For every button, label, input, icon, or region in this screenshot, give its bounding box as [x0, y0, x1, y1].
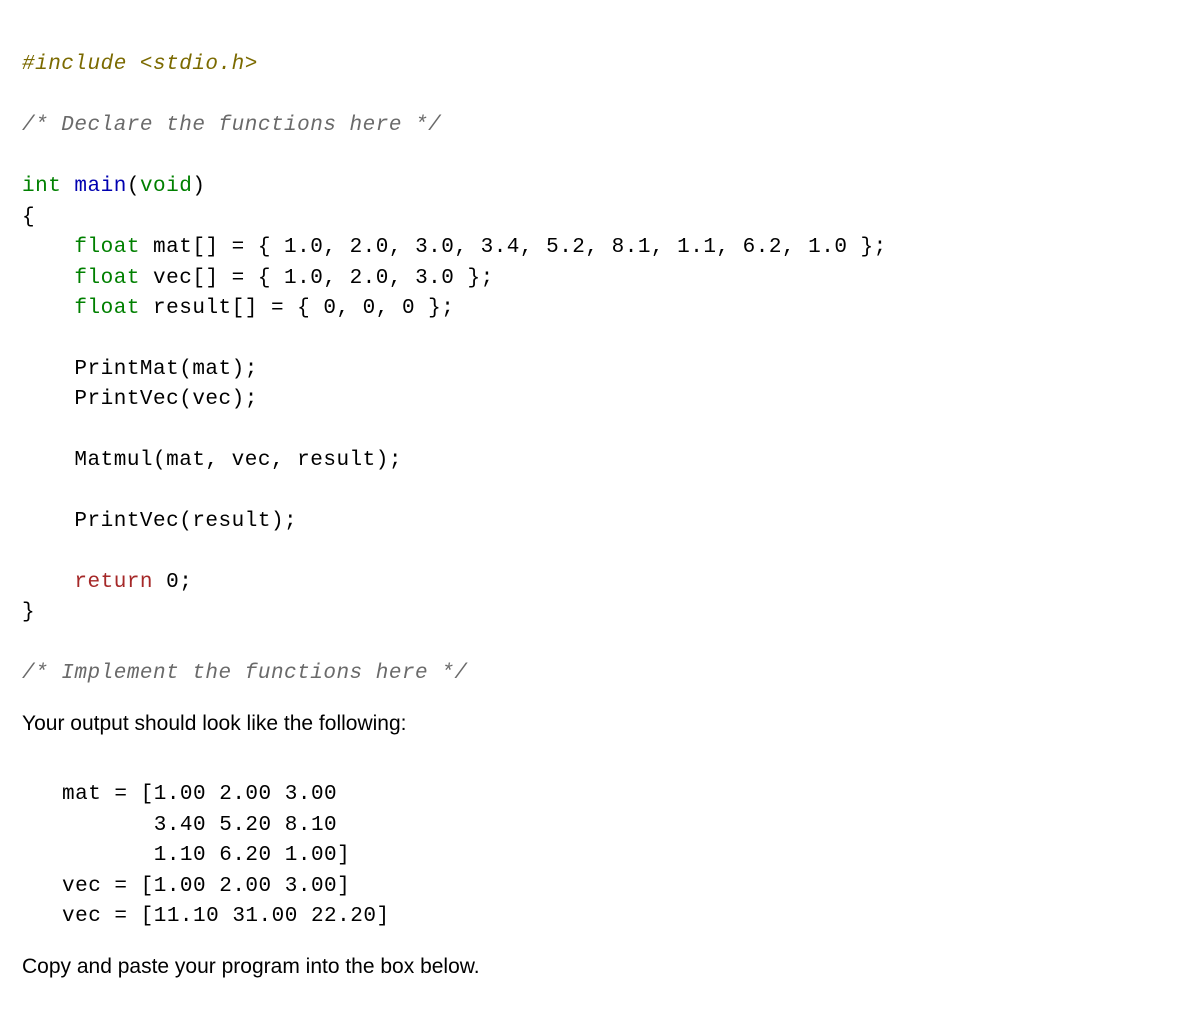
kw-int: int	[22, 175, 61, 198]
include-directive: #include <stdio.h>	[22, 53, 258, 76]
output-line-4: vec = [1.00 2.00 3.00]	[62, 875, 350, 898]
kw-void: void	[140, 175, 192, 198]
call-printvec-2: PrintVec(result);	[22, 510, 297, 533]
instruction-text: Copy and paste your program into the box…	[22, 953, 1178, 981]
call-printmat: PrintMat(mat);	[22, 358, 258, 381]
call-printvec-1: PrintVec(vec);	[22, 388, 258, 411]
call-matmul: Matmul(mat, vec, result);	[22, 449, 402, 472]
brace-open: {	[22, 206, 35, 229]
kw-float-mat: float	[74, 236, 140, 259]
output-line-3: 1.10 6.20 1.00]	[62, 844, 350, 867]
result-decl: result[] = { 0, 0, 0 };	[140, 297, 454, 320]
comment-declare: /* Declare the functions here */	[22, 114, 441, 137]
expected-output: mat = [1.00 2.00 3.00 3.40 5.20 8.10 1.1…	[62, 750, 1178, 933]
mat-decl: mat[] = { 1.0, 2.0, 3.0, 3.4, 5.2, 8.1, …	[140, 236, 887, 259]
output-line-5: vec = [11.10 31.00 22.20]	[62, 905, 390, 928]
output-intro-text: Your output should look like the followi…	[22, 710, 1178, 738]
return-zero: 0;	[153, 571, 192, 594]
brace-close: }	[22, 601, 35, 624]
kw-float-vec: float	[74, 267, 140, 290]
comment-implement: /* Implement the functions here */	[22, 662, 467, 685]
fn-main: main	[74, 175, 126, 198]
output-line-1: mat = [1.00 2.00 3.00	[62, 783, 337, 806]
code-listing: #include <stdio.h> /* Declare the functi…	[22, 20, 1178, 690]
vec-decl: vec[] = { 1.0, 2.0, 3.0 };	[140, 267, 494, 290]
kw-return: return	[74, 571, 153, 594]
kw-float-result: float	[74, 297, 140, 320]
output-line-2: 3.40 5.20 8.10	[62, 814, 337, 837]
